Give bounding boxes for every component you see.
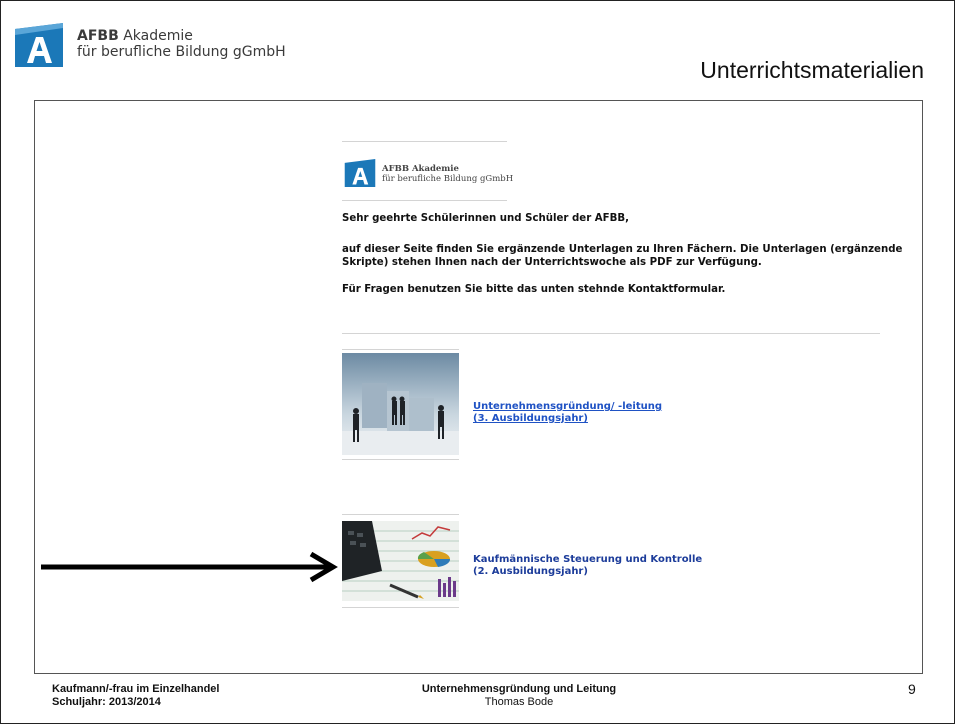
afbb-logo-icon bbox=[15, 23, 63, 67]
divider-course1-top bbox=[342, 349, 459, 350]
footer-subject: Unternehmensgründung und Leitung bbox=[421, 683, 617, 695]
inner-logo-text: AFBB Akademie für berufliche Bildung gGm… bbox=[382, 164, 513, 184]
footer-author: Thomas Bode bbox=[484, 696, 554, 708]
footer-left: Kaufmann/-frau im Einzelhandel Schuljahr… bbox=[52, 683, 219, 709]
calculator-charts-image[interactable] bbox=[342, 521, 459, 601]
pointer-arrow-icon bbox=[41, 551, 338, 583]
divider-main bbox=[342, 333, 880, 334]
course-link-kaufmaennische-steuerung[interactable]: Kaufmännische Steuerung und Kontrolle (2… bbox=[473, 554, 702, 578]
course1-title[interactable]: Unternehmensgründung/ -leitung bbox=[473, 401, 662, 413]
intro-line2: Skripte) stehen Ihnen nach der Unterrich… bbox=[342, 257, 762, 268]
logo-brand: AFBB bbox=[77, 28, 119, 44]
footer-course-name: Kaufmann/-frau im Einzelhandel bbox=[52, 683, 220, 695]
divider-logo bbox=[342, 200, 507, 201]
course2-year[interactable]: (2. Ausbildungsjahr) bbox=[473, 566, 702, 578]
divider-course2-bottom bbox=[342, 607, 459, 608]
course1-year[interactable]: (3. Ausbildungsjahr) bbox=[473, 413, 662, 425]
inner-afbb-logo: AFBB Akademie für berufliche Bildung gGm… bbox=[344, 159, 514, 191]
logo-line2: für berufliche Bildung gGmbH bbox=[77, 44, 286, 60]
greeting-text: Sehr geehrte Schülerinnen und Schüler de… bbox=[342, 213, 630, 224]
page-number: 9 bbox=[908, 681, 916, 697]
logo-text: AFBB Akademie für berufliche Bildung gGm… bbox=[77, 28, 377, 60]
inner-logo-line2: für berufliche Bildung gGmbH bbox=[382, 174, 514, 184]
contact-note: Für Fragen benutzen Sie bitte das unten … bbox=[342, 284, 726, 295]
intro-line1: auf dieser Seite finden Sie ergänzende U… bbox=[342, 244, 903, 255]
divider-course1-bottom bbox=[342, 459, 459, 460]
footer-center: Unternehmensgründung und Leitung Thomas … bbox=[399, 683, 639, 709]
divider-top bbox=[342, 141, 507, 142]
footer-school-year: Schuljahr: 2013/2014 bbox=[52, 696, 161, 708]
business-people-puzzle-image[interactable] bbox=[342, 353, 459, 455]
course-link-unternehmensgruendung[interactable]: Unternehmensgründung/ -leitung (3. Ausbi… bbox=[473, 401, 662, 425]
logo-line1-rest: Akademie bbox=[123, 28, 193, 44]
slide-title: Unterrichtsmaterialien bbox=[700, 57, 924, 83]
course2-title[interactable]: Kaufmännische Steuerung und Kontrolle bbox=[473, 554, 702, 566]
inner-logo-line1: AFBB Akademie bbox=[382, 164, 459, 174]
divider-course2-top bbox=[342, 514, 459, 515]
inner-afbb-logo-icon bbox=[344, 159, 376, 187]
slide: AFBB Akademie für berufliche Bildung gGm… bbox=[0, 0, 955, 724]
